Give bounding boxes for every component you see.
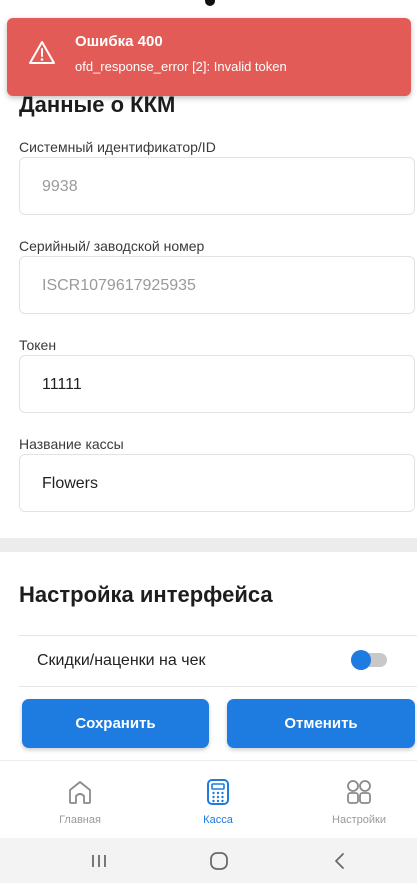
error-title: Ошибка 400 [75, 33, 163, 50]
section-divider [0, 538, 417, 552]
grid-icon [347, 780, 371, 804]
nav-item-register[interactable]: Касса [168, 761, 268, 839]
system-id-label: Системный идентификатор/ID [19, 139, 216, 155]
save-button[interactable]: Сохранить [22, 699, 209, 748]
error-toast[interactable]: Ошибка 400 ofd_response_error [2]: Inval… [7, 18, 411, 96]
recent-apps-icon[interactable] [87, 850, 111, 872]
serial-number-value: ISCR1079617925935 [42, 277, 196, 294]
error-message: ofd_response_error [2]: Invalid token [75, 59, 287, 74]
nav-label-settings: Настройки [332, 814, 386, 826]
nav-item-settings[interactable]: Настройки [309, 761, 409, 839]
system-id-field: 9938 [19, 157, 415, 215]
token-value: 11111 [42, 376, 82, 393]
cancel-button[interactable]: Отменить [227, 699, 415, 748]
nav-label-register: Касса [203, 814, 233, 826]
serial-number-field: ISCR1079617925935 [19, 256, 415, 314]
calculator-icon [207, 779, 229, 805]
nav-item-home[interactable]: Главная [30, 761, 130, 839]
row-separator [19, 686, 417, 687]
row-separator [19, 635, 417, 636]
back-icon[interactable] [328, 850, 352, 872]
toggle-knob [351, 650, 371, 670]
discounts-setting-label: Скидки/наценки на чек [37, 652, 206, 669]
token-label: Токен [19, 337, 57, 353]
warning-icon [29, 41, 55, 64]
scroll-content[interactable]: Данные о ККМ Системный идентификатор/ID … [0, 0, 417, 760]
home-button-icon[interactable] [207, 850, 231, 872]
register-name-value: Flowers [42, 475, 99, 492]
register-name-input[interactable]: Flowers [19, 454, 415, 512]
home-icon [69, 781, 91, 804]
token-input[interactable]: 11111 [19, 355, 415, 413]
bottom-navigation: Главная Касса Настройки [0, 760, 417, 839]
system-id-value: 9938 [42, 178, 78, 195]
serial-number-label: Серийный/ заводской номер [19, 238, 205, 254]
register-name-label: Название кассы [19, 436, 124, 452]
nav-label-home: Главная [59, 814, 101, 826]
system-navigation-bar [0, 838, 417, 883]
discounts-toggle[interactable] [351, 650, 387, 670]
interface-section-title: Настройка интерфейса [19, 582, 273, 607]
